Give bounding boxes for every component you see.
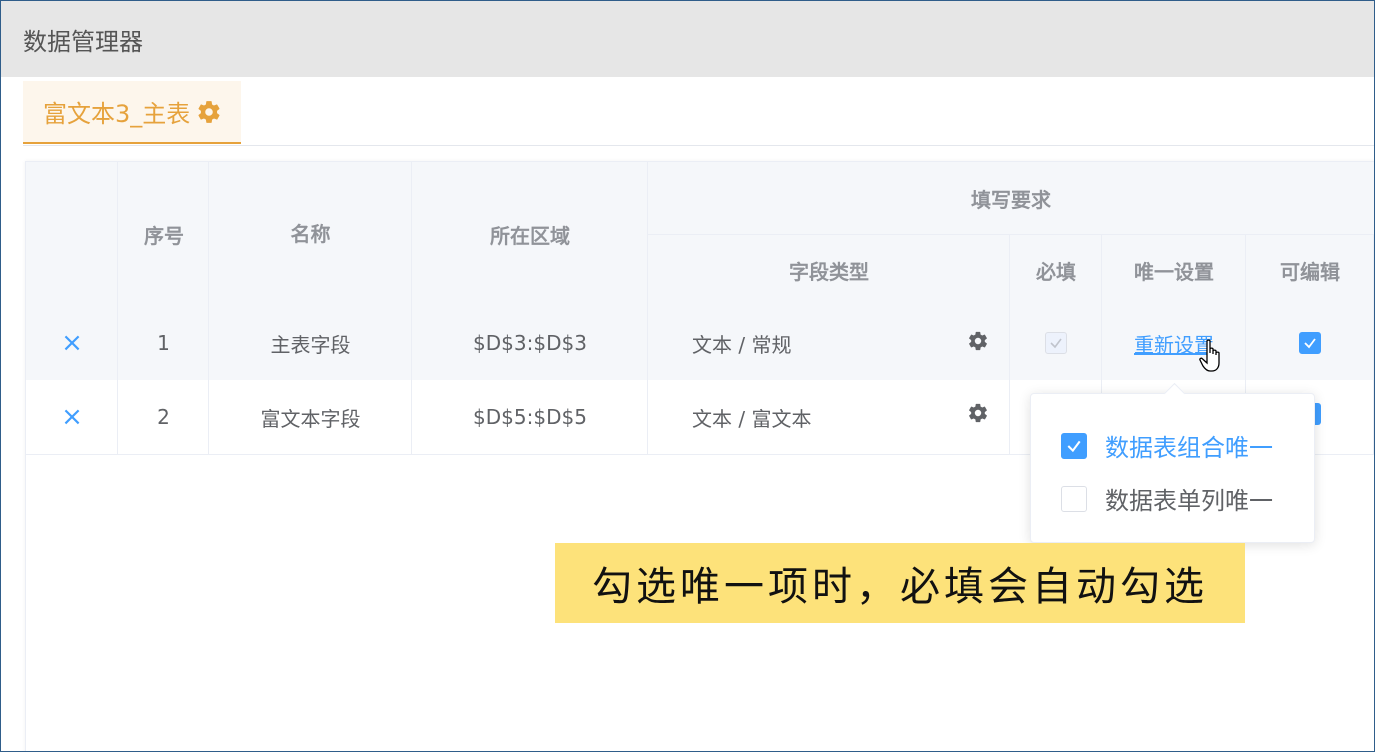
option-checkbox[interactable]	[1061, 485, 1087, 512]
header-required: 必填	[1036, 259, 1076, 284]
tab-label: 富文本3_主表	[43, 100, 191, 128]
field-settings-gear-icon[interactable]	[967, 330, 989, 352]
option-label: 数据表组合唯一	[1105, 434, 1273, 462]
option-checkbox[interactable]	[1061, 432, 1087, 459]
row-index: 2	[157, 405, 170, 429]
editable-checkbox[interactable]	[1299, 332, 1321, 354]
header-index: 序号	[144, 223, 184, 248]
row-index: 1	[157, 331, 170, 355]
delete-row-button[interactable]: ×	[61, 402, 83, 432]
required-checkbox[interactable]	[1045, 332, 1067, 354]
option-combined-unique[interactable]: 数据表组合唯一	[1061, 428, 1273, 463]
table-header: 序号 名称 所在区域 填写要求 字段类型 必填 唯一设置 可编辑	[26, 162, 1374, 307]
header-name: 名称	[290, 221, 331, 246]
row-field-type: 文本 / 富文本	[692, 406, 812, 431]
annotation-caption: 勾选唯一项时，必填会自动勾选	[555, 543, 1245, 623]
table-row: × 1 主表字段 $D$3:$D$3 文本 / 常规 重新设置	[26, 306, 1374, 381]
gear-icon[interactable]	[196, 99, 222, 125]
unique-settings-popover: 数据表组合唯一 数据表单列唯一	[1030, 382, 1315, 543]
tab-main-table[interactable]: 富文本3_主表	[23, 81, 241, 144]
window-title: 数据管理器	[23, 28, 143, 56]
header-unique: 唯一设置	[1134, 259, 1214, 284]
field-settings-gear-icon[interactable]	[967, 402, 989, 424]
option-single-column-unique[interactable]: 数据表单列唯一	[1061, 481, 1273, 516]
title-bar: 数据管理器	[1, 1, 1374, 77]
delete-row-button[interactable]: ×	[61, 328, 83, 358]
row-region: $D$5:$D$5	[473, 405, 587, 429]
option-label: 数据表单列唯一	[1105, 487, 1273, 515]
row-name: 主表字段	[270, 332, 351, 357]
header-editable: 可编辑	[1280, 259, 1340, 284]
app-window: 数据管理器 富文本3_主表 序号 名称 所在区域 填写要求 字段类型 必填 唯一…	[0, 0, 1375, 752]
row-region: $D$3:$D$3	[473, 331, 587, 355]
row-name: 富文本字段	[260, 406, 361, 431]
header-region: 所在区域	[490, 223, 570, 248]
tab-bar: 富文本3_主表	[23, 81, 1374, 146]
row-field-type: 文本 / 常规	[692, 332, 792, 357]
hand-pointer-cursor-icon	[1199, 339, 1220, 372]
header-field-type: 字段类型	[789, 259, 869, 284]
header-group-fill-requirements: 填写要求	[971, 187, 1051, 212]
